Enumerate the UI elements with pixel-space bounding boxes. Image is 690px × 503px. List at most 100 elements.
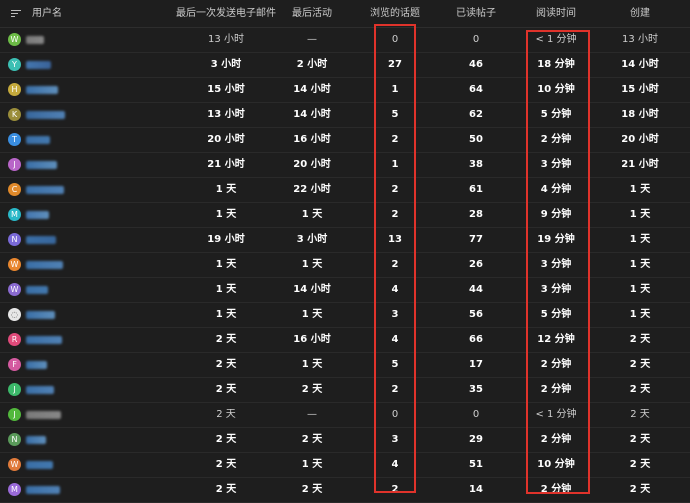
topics-viewed-cell: 5 [391, 109, 399, 120]
table-row[interactable]: J 2 天 — 0 0 < 1 分钟 2 天 [0, 403, 690, 428]
avatar[interactable]: R [8, 333, 21, 346]
last-email-cell: 20 小时 [207, 134, 245, 145]
last-email-cell: 3 小时 [210, 59, 242, 70]
posts-read-cell: 38 [469, 159, 483, 170]
read-time-cell: 5 分钟 [540, 109, 572, 120]
username-redacted[interactable] [26, 386, 54, 394]
last-email-cell: 1 天 [215, 309, 237, 320]
created-cell: 2 天 [630, 409, 650, 420]
avatar[interactable]: W [8, 283, 21, 296]
avatar[interactable]: F [8, 358, 21, 371]
table-row[interactable]: W 2 天 1 天 4 51 10 分钟 2 天 [0, 453, 690, 478]
last-email-cell: 19 小时 [207, 234, 245, 245]
username-redacted[interactable] [26, 486, 60, 494]
topics-viewed-cell: 2 [391, 484, 399, 495]
topics-viewed-cell: 13 [388, 234, 402, 245]
read-time-cell: 5 分钟 [540, 309, 572, 320]
avatar[interactable]: W [8, 258, 21, 271]
sort-list-icon[interactable] [11, 9, 21, 19]
username-redacted[interactable] [26, 111, 65, 119]
header-last-activity[interactable]: 最后活动 [280, 0, 344, 28]
read-time-cell: 2 分钟 [540, 134, 572, 145]
table-row[interactable]: F 2 天 1 天 5 17 2 分钟 2 天 [0, 353, 690, 378]
last-activity-cell: 14 小时 [293, 109, 331, 120]
table-row[interactable]: R 2 天 16 小时 4 66 12 分钟 2 天 [0, 328, 690, 353]
last-email-cell: 1 天 [215, 259, 237, 270]
read-time-cell: 10 分钟 [537, 84, 575, 95]
table-row[interactable]: M 1 天 1 天 2 28 9 分钟 1 天 [0, 203, 690, 228]
table-row[interactable]: Y 3 小时 2 小时 27 46 18 分钟 14 小时 [0, 53, 690, 78]
username-redacted[interactable] [26, 36, 44, 44]
username-redacted[interactable] [26, 136, 50, 144]
header-last-email[interactable]: 最后一次发送电子邮件 [170, 0, 282, 28]
read-time-cell: 2 分钟 [540, 484, 572, 495]
username-redacted[interactable] [26, 61, 51, 69]
username-redacted[interactable] [26, 311, 55, 319]
read-time-cell: 12 分钟 [537, 334, 575, 345]
avatar[interactable]: H [8, 83, 21, 96]
header-read-time[interactable]: 阅读时间 [525, 0, 587, 28]
topics-viewed-cell: 0 [391, 34, 399, 45]
username-redacted[interactable] [26, 86, 58, 94]
table-row[interactable]: N 19 小时 3 小时 13 77 19 分钟 1 天 [0, 228, 690, 253]
avatar[interactable]: J [8, 158, 21, 171]
table-row[interactable]: W 13 小时 — 0 0 < 1 分钟 13 小时 [0, 28, 690, 53]
posts-read-cell: 26 [469, 259, 483, 270]
last-activity-cell: 1 天 [301, 209, 323, 220]
avatar[interactable]: T [8, 133, 21, 146]
last-activity-cell: 2 天 [301, 484, 323, 495]
topics-viewed-cell: 1 [391, 159, 399, 170]
avatar[interactable]: ◌ [8, 308, 21, 321]
avatar[interactable]: J [8, 383, 21, 396]
username-redacted[interactable] [26, 286, 48, 294]
read-time-cell: 2 分钟 [540, 359, 572, 370]
username-redacted[interactable] [26, 461, 53, 469]
topics-viewed-cell: 2 [391, 209, 399, 220]
avatar[interactable]: W [8, 458, 21, 471]
username-redacted[interactable] [26, 186, 64, 194]
avatar[interactable]: K [8, 108, 21, 121]
table-row[interactable]: J 2 天 2 天 2 35 2 分钟 2 天 [0, 378, 690, 403]
header-topics-viewed[interactable]: 浏览的话题 [360, 0, 430, 28]
table-row[interactable]: N 2 天 2 天 3 29 2 分钟 2 天 [0, 428, 690, 453]
topics-viewed-cell: 4 [391, 459, 399, 470]
last-activity-cell: — [307, 409, 317, 420]
created-cell: 2 天 [629, 334, 651, 345]
avatar[interactable]: N [8, 233, 21, 246]
avatar[interactable]: M [8, 208, 21, 221]
header-created[interactable]: 创建 [615, 0, 665, 28]
header-username[interactable]: 用户名 [32, 0, 62, 28]
avatar[interactable]: N [8, 433, 21, 446]
last-email-cell: 13 小时 [208, 34, 244, 45]
avatar[interactable]: W [8, 33, 21, 46]
table-row[interactable]: M 2 天 2 天 2 14 2 分钟 2 天 [0, 478, 690, 503]
username-redacted[interactable] [26, 236, 56, 244]
table-row[interactable]: J 21 小时 20 小时 1 38 3 分钟 21 小时 [0, 153, 690, 178]
avatar[interactable]: C [8, 183, 21, 196]
table-row[interactable]: ◌ 1 天 1 天 3 56 5 分钟 1 天 [0, 303, 690, 328]
created-cell: 15 小时 [621, 84, 659, 95]
last-email-cell: 1 天 [215, 209, 237, 220]
table-row[interactable]: W 1 天 1 天 2 26 3 分钟 1 天 [0, 253, 690, 278]
username-redacted[interactable] [26, 411, 61, 419]
username-redacted[interactable] [26, 436, 46, 444]
username-redacted[interactable] [26, 261, 63, 269]
table-row[interactable]: K 13 小时 14 小时 5 62 5 分钟 18 小时 [0, 103, 690, 128]
table-header: 用户名 最后一次发送电子邮件 最后活动 浏览的话题 已读帖子 阅读时间 创建 [0, 0, 690, 28]
avatar[interactable]: J [8, 408, 21, 421]
read-time-cell: 3 分钟 [540, 284, 572, 295]
table-row[interactable]: C 1 天 22 小时 2 61 4 分钟 1 天 [0, 178, 690, 203]
table-row[interactable]: T 20 小时 16 小时 2 50 2 分钟 20 小时 [0, 128, 690, 153]
username-redacted[interactable] [26, 336, 62, 344]
username-redacted[interactable] [26, 361, 47, 369]
table-row[interactable]: H 15 小时 14 小时 1 64 10 分钟 15 小时 [0, 78, 690, 103]
avatar[interactable]: Y [8, 58, 21, 71]
table-row[interactable]: W1 天 14 小时 4 44 3 分钟 1 天 [0, 278, 690, 303]
username-redacted[interactable] [26, 161, 57, 169]
created-cell: 21 小时 [621, 159, 659, 170]
header-posts-read[interactable]: 已读帖子 [445, 0, 507, 28]
topics-viewed-cell: 27 [388, 59, 402, 70]
avatar[interactable]: M [8, 483, 21, 496]
read-time-cell: 19 分钟 [537, 234, 575, 245]
username-redacted[interactable] [26, 211, 49, 219]
